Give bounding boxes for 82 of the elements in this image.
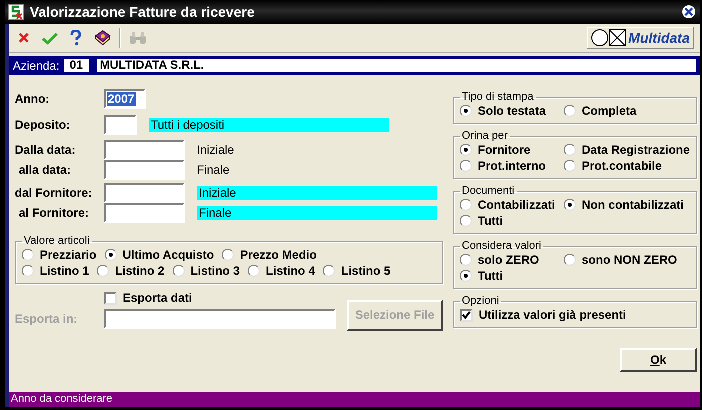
logo: Multidata — [586, 27, 694, 49]
radio-button[interactable] — [460, 254, 472, 266]
radio-label[interactable]: Tutti — [478, 214, 504, 228]
input-field[interactable] — [104, 140, 185, 160]
hint-label: Iniziale — [197, 143, 234, 157]
radio-button[interactable] — [323, 265, 336, 277]
radio-button[interactable] — [22, 265, 34, 277]
group-title: Valore articoli — [23, 235, 91, 247]
check-icon — [42, 32, 58, 44]
group-title: Orina per — [461, 130, 509, 142]
ok-button[interactable]: Ok — [620, 348, 698, 372]
radio-label[interactable]: Data Registrazione — [582, 143, 690, 157]
field-label: al Fornitore: — [18, 206, 90, 220]
radio-button[interactable] — [564, 199, 576, 211]
radio-label[interactable]: Prot.interno — [478, 159, 546, 173]
description-field: Tutti i depositi — [149, 118, 389, 132]
app-icon — [8, 4, 24, 20]
book-icon — [94, 30, 110, 46]
field-label: Dalla data: — [15, 143, 77, 157]
radio-label[interactable]: Contabilizzati — [478, 198, 556, 212]
radio-label[interactable]: Prezzo Medio — [240, 248, 317, 262]
description-field: Finale — [197, 206, 437, 220]
radio-button[interactable] — [22, 249, 34, 261]
toolbar-button[interactable] — [93, 29, 111, 47]
radio-button[interactable] — [222, 249, 234, 261]
input-field[interactable] — [104, 160, 185, 180]
radio-button[interactable] — [564, 160, 576, 172]
radio-label[interactable]: Non contabilizzati — [582, 198, 684, 212]
input-field[interactable] — [104, 183, 185, 203]
close-icon — [18, 32, 30, 44]
description-field: Iniziale — [197, 186, 437, 200]
company-label: Azienda: — [13, 58, 60, 72]
radio-button[interactable] — [460, 160, 472, 172]
radio-label[interactable]: solo ZERO — [478, 253, 540, 267]
hint-label: Finale — [197, 163, 230, 177]
radio-label[interactable]: Completa — [582, 104, 637, 118]
radio-label[interactable]: Listino 2 — [115, 264, 165, 278]
radio-label[interactable]: sono NON ZERO — [582, 253, 678, 267]
field-label: Esporta in: — [15, 312, 79, 326]
radio-button[interactable] — [460, 144, 472, 156]
field-label: alla data: — [18, 163, 72, 177]
radio-label[interactable]: Listino 5 — [341, 264, 391, 278]
field-label: dal Fornitore: — [15, 186, 94, 200]
radio-label[interactable]: Solo testata — [478, 104, 546, 118]
radio-button[interactable] — [564, 105, 576, 117]
binoculars-icon — [129, 31, 147, 45]
group-title: Considera valori — [461, 240, 542, 252]
group-title: Tipo di stampa — [461, 91, 535, 103]
radio-button[interactable] — [460, 215, 472, 227]
radio-button[interactable] — [460, 270, 472, 282]
input-field[interactable] — [104, 203, 185, 223]
company-code: 01 — [64, 59, 90, 72]
radio-button[interactable] — [97, 265, 110, 277]
radio-button[interactable] — [564, 254, 576, 266]
radio-label[interactable]: Ultimo Acquisto — [122, 248, 214, 262]
field-label: Anno: — [15, 92, 51, 106]
radio-button[interactable] — [172, 265, 185, 277]
radio-label[interactable]: Listino 3 — [190, 264, 240, 278]
radio-label[interactable]: Listino 1 — [40, 264, 90, 278]
radio-label[interactable]: Prezziario — [40, 248, 97, 262]
close-icon[interactable] — [682, 5, 696, 19]
input-field[interactable] — [104, 115, 137, 135]
status-bar: Anno da considerare — [9, 392, 700, 407]
radio-label[interactable]: Prot.contabile — [582, 159, 662, 173]
input-field[interactable]: 2007 — [104, 89, 146, 109]
radio-button[interactable] — [460, 199, 472, 211]
group-title: Documenti — [461, 185, 516, 197]
radio-button[interactable] — [248, 265, 260, 277]
field-label: Deposito: — [15, 118, 72, 132]
radio-label[interactable]: Listino 4 — [266, 264, 316, 278]
help-icon — [70, 30, 82, 46]
radio-button[interactable] — [104, 249, 117, 261]
radio-button[interactable] — [460, 105, 472, 117]
radio-label[interactable]: Tutti — [478, 269, 504, 283]
window-title: Valorizzazione Fatture da ricevere — [30, 4, 256, 20]
radio-button[interactable] — [564, 144, 576, 156]
checkbox-label[interactable]: Utilizza valori già presenti — [479, 308, 626, 322]
input-field[interactable] — [104, 309, 336, 329]
group-title: Opzioni — [461, 295, 500, 307]
company-name: MULTIDATA S.R.L. — [97, 59, 696, 72]
radio-label[interactable]: Fornitore — [478, 143, 531, 157]
checkbox[interactable] — [460, 308, 473, 322]
